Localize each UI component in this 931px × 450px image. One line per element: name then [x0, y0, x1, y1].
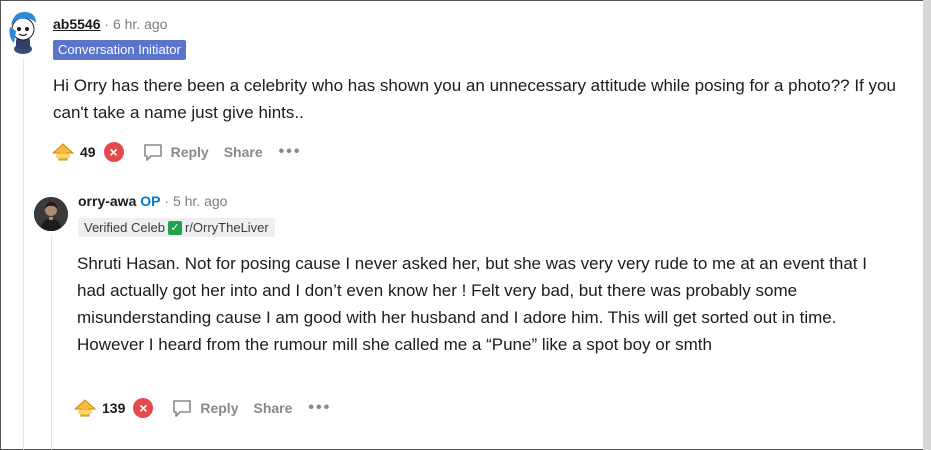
speech-bubble-icon: [143, 144, 162, 161]
downvote-x-icon[interactable]: ×: [133, 398, 154, 418]
speech-bubble-icon: [173, 400, 192, 417]
reply-button[interactable]: Reply: [142, 141, 209, 163]
op-badge: OP: [140, 193, 161, 209]
timestamp[interactable]: 5 hr. ago: [173, 193, 228, 209]
check-icon: ✓: [167, 220, 182, 235]
scrollbar[interactable]: [923, 0, 931, 450]
meta-separator: ·: [164, 193, 173, 209]
vote-score: 139: [102, 400, 126, 416]
user-flair: Conversation Initiator: [53, 40, 186, 60]
downvote-x-icon[interactable]: ×: [103, 142, 124, 162]
reply-button[interactable]: Reply: [171, 397, 238, 419]
award-upvote-icon[interactable]: [74, 399, 96, 417]
share-button[interactable]: Share: [253, 400, 292, 416]
comment-body: Hi Orry has there been a celebrity who h…: [53, 76, 896, 122]
ellipsis-icon[interactable]: •••: [308, 399, 331, 417]
thread-line-nested[interactable]: [51, 235, 52, 450]
avatar[interactable]: [6, 7, 40, 55]
reply-label: Reply: [170, 144, 209, 160]
avatar[interactable]: [34, 197, 68, 231]
comment-action-bar: 49 × Reply Share •••: [52, 140, 301, 164]
comment-meta: orry-awa OP · 5 hr. ago: [78, 193, 227, 209]
share-button[interactable]: Share: [224, 144, 263, 160]
user-flair: Verified Celeb ✓ r/OrryTheLiver: [78, 218, 275, 237]
comment-action-bar: 139 × Reply Share •••: [74, 396, 331, 420]
ellipsis-icon[interactable]: •••: [279, 143, 302, 161]
award-upvote-icon[interactable]: [52, 143, 74, 161]
comment-body: Shruti Hasan. Not for posing cause I nev…: [77, 254, 867, 354]
snoo-avatar-icon: [9, 11, 36, 54]
timestamp[interactable]: 6 hr. ago: [113, 16, 168, 32]
vote-score: 49: [80, 144, 96, 160]
profile-photo-icon: [34, 197, 68, 231]
username[interactable]: ab5546: [53, 16, 100, 32]
flair-verified-text: Verified Celeb: [84, 220, 165, 235]
reply-label: Reply: [200, 400, 239, 416]
meta-separator: ·: [104, 16, 113, 32]
comment-meta: ab5546 · 6 hr. ago: [53, 16, 167, 32]
thread-line[interactable]: [23, 58, 24, 450]
username[interactable]: orry-awa: [78, 193, 136, 209]
flair-subreddit-text: r/OrryTheLiver: [184, 220, 269, 235]
